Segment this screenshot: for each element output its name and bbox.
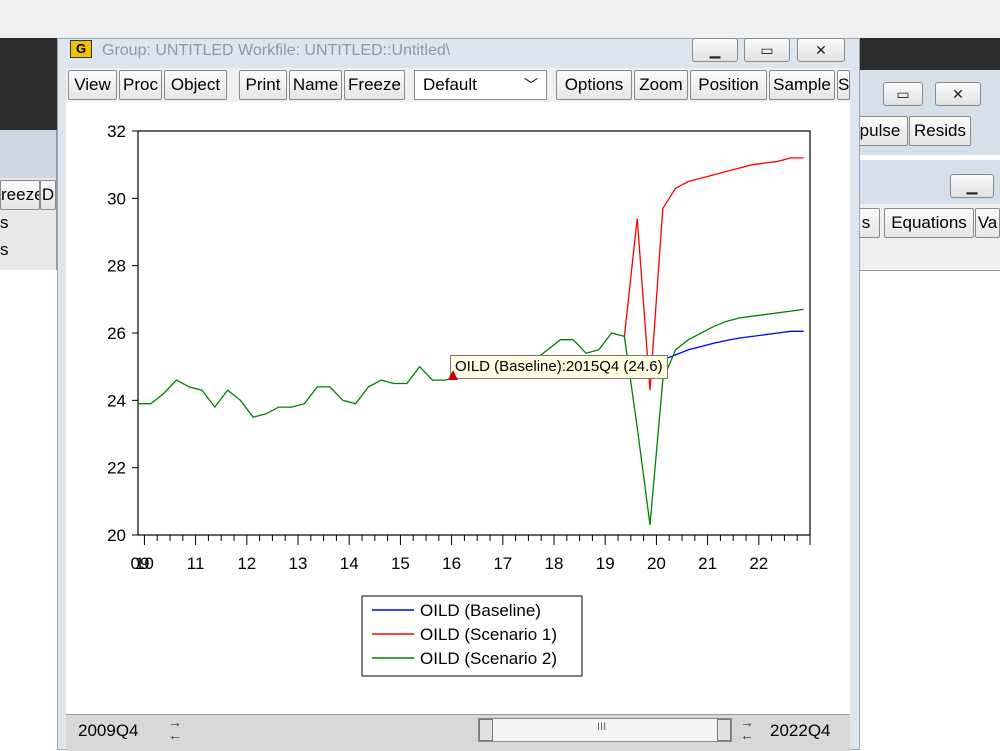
tooltip-text: OILD (Baseline):2015Q4 (24.6) bbox=[455, 358, 663, 375]
close-icon[interactable]: ✕ bbox=[935, 82, 981, 106]
maximize-icon[interactable]: ▭ bbox=[744, 38, 790, 62]
background-list-item: s bbox=[0, 240, 9, 259]
position-button[interactable]: Position bbox=[690, 70, 767, 100]
data-point-tooltip: OILD (Baseline):2015Q4 (24.6) bbox=[450, 355, 668, 379]
window-title: Group: UNTITLED Workfile: UNTITLED::Unti… bbox=[102, 42, 451, 59]
restore-icon[interactable]: ▭ bbox=[883, 82, 923, 106]
background-freeze-button[interactable]: reeze bbox=[0, 180, 40, 210]
group-icon: G bbox=[70, 40, 92, 58]
range-start[interactable]: 2009Q4 bbox=[78, 717, 139, 745]
desktop-top-strip bbox=[0, 0, 1000, 38]
minimize-icon[interactable]: ▁ bbox=[692, 38, 738, 62]
background-list-item: s bbox=[0, 213, 9, 232]
equations-button[interactable]: Equations bbox=[884, 208, 974, 238]
resids-button[interactable]: Resids bbox=[909, 116, 971, 146]
variables-button[interactable]: Va bbox=[975, 208, 1000, 238]
swap-arrows-icon[interactable]: → ← bbox=[734, 715, 760, 744]
background-window-left-titlebar bbox=[0, 130, 56, 178]
sample-button[interactable]: Sample bbox=[769, 70, 835, 100]
range-end[interactable]: 2022Q4 bbox=[770, 717, 831, 745]
slider-grip: III bbox=[597, 721, 607, 733]
minimize-icon[interactable]: ▁ bbox=[950, 174, 994, 198]
graph-area bbox=[66, 102, 850, 714]
print-button[interactable]: Print bbox=[239, 70, 287, 100]
range-slider-left-handle[interactable] bbox=[479, 719, 493, 741]
impulse-button[interactable]: pulse bbox=[852, 116, 908, 146]
close-icon[interactable]: ✕ bbox=[797, 38, 845, 62]
proc-button[interactable]: Proc bbox=[119, 70, 162, 100]
range-slider[interactable]: III bbox=[478, 718, 732, 742]
background-partial-button[interactable]: D bbox=[40, 180, 56, 210]
view-button[interactable]: View bbox=[68, 70, 117, 100]
name-button[interactable]: Name bbox=[289, 70, 342, 100]
swap-arrows-icon[interactable]: → ← bbox=[162, 715, 188, 744]
dropdown-value: Default bbox=[423, 75, 477, 94]
chevron-down-icon: ﹀ bbox=[524, 77, 538, 93]
zoom-button[interactable]: Zoom bbox=[634, 70, 688, 100]
freeze-button[interactable]: Freeze bbox=[344, 70, 405, 100]
partial-toolbar-button[interactable]: S bbox=[837, 70, 850, 100]
options-button[interactable]: Options bbox=[556, 70, 632, 100]
graph-template-dropdown[interactable]: Default ﹀ bbox=[414, 70, 547, 100]
object-button[interactable]: Object bbox=[164, 70, 227, 100]
range-slider-right-handle[interactable] bbox=[717, 719, 731, 741]
hover-marker-icon bbox=[448, 370, 458, 380]
